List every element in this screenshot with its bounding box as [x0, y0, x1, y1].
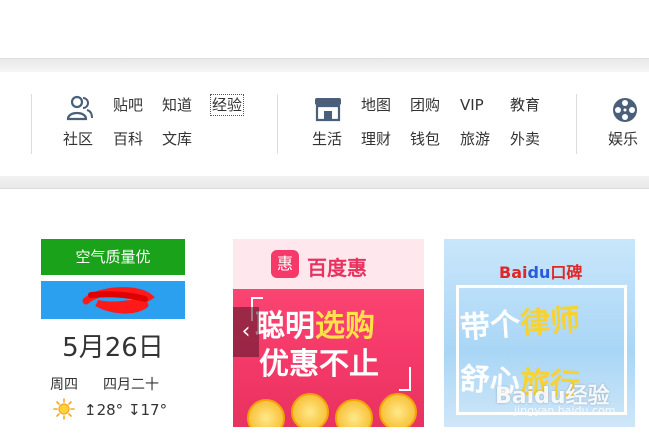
air-quality-badge[interactable]: 空气质量优	[41, 239, 185, 275]
brand-suffix: 口碑	[550, 263, 583, 282]
link-wenku[interactable]: 文库	[162, 130, 192, 148]
link-baike[interactable]: 百科	[113, 130, 143, 148]
coin-icon	[291, 393, 329, 427]
link-finance[interactable]: 理财	[361, 130, 391, 148]
link-tieba[interactable]: 贴吧	[113, 96, 143, 114]
temperature-range: ↥28° ↧17°	[84, 401, 167, 419]
brand-du: du	[527, 263, 551, 282]
entertainment-label[interactable]: 娱乐	[608, 130, 638, 148]
temp-high: ↥28°	[84, 401, 124, 419]
divider-band	[0, 176, 649, 189]
line1-part: 带个	[459, 307, 522, 347]
baidu-hui-logo-icon: 惠	[271, 250, 299, 278]
weekday: 周四	[50, 377, 78, 393]
ad-brand: Baidu口碑	[499, 259, 582, 283]
city-banner-scribbled	[41, 281, 185, 319]
coin-icon	[379, 393, 417, 427]
link-tuangou[interactable]: 团购	[410, 96, 440, 114]
people-icon[interactable]	[66, 95, 94, 121]
coin-icon	[247, 399, 285, 427]
link-vip[interactable]: VIP	[460, 96, 484, 114]
divider-band	[0, 58, 649, 73]
link-takeout[interactable]: 外卖	[510, 130, 540, 148]
store-icon[interactable]	[313, 96, 343, 122]
link-map[interactable]: 地图	[361, 96, 391, 114]
link-zhidao[interactable]: 知道	[162, 96, 192, 114]
link-wallet[interactable]: 钱包	[410, 130, 440, 148]
carousel-prev-button[interactable]: ‹	[233, 307, 259, 357]
brand-bai: Bai	[499, 263, 528, 282]
bracket-decor	[399, 367, 411, 391]
lunar-date: 四月二十	[103, 377, 159, 393]
separator	[31, 94, 32, 154]
separator	[576, 94, 577, 154]
ad-slogan-line2: 优惠不止	[259, 347, 379, 382]
community-label[interactable]: 社区	[63, 130, 93, 148]
ad-brand: 百度惠	[307, 256, 367, 280]
separator	[277, 94, 278, 154]
film-reel-icon[interactable]	[611, 96, 639, 124]
weather-date: 5月26日	[62, 333, 164, 363]
link-travel[interactable]: 旅游	[460, 130, 490, 148]
ad-baidu-hui[interactable]: 惠 百度惠 聪明选购 优惠不止	[233, 239, 424, 427]
nav-strip	[0, 72, 649, 176]
sun-icon	[53, 398, 75, 424]
link-education[interactable]: 教育	[510, 96, 540, 114]
chevron-left-icon: ‹	[241, 319, 251, 344]
line1-highlight: 律师	[519, 302, 582, 342]
coin-icon	[335, 399, 373, 427]
watermark-url: jingyan.baidu.com	[514, 404, 616, 417]
link-jingyan[interactable]: 经验	[209, 94, 245, 116]
top-blank-area	[0, 0, 649, 60]
ad-line1: 带个律师	[459, 295, 582, 347]
life-label[interactable]: 生活	[312, 130, 342, 148]
temp-low: ↧17°	[127, 401, 168, 419]
